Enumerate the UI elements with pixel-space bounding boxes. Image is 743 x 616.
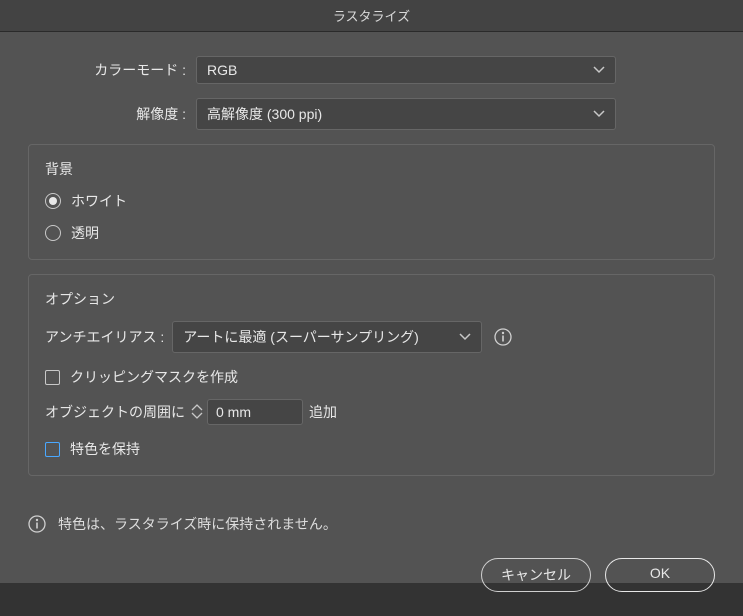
checkbox-label: クリッピングマスクを作成 xyxy=(70,367,238,387)
options-group: オプション アンチエイリアス : アートに最適 (スーパーサンプリング) クリッ… xyxy=(28,274,715,476)
resolution-label: 解像度 : xyxy=(28,104,196,124)
resolution-select[interactable]: 高解像度 (300 ppi) xyxy=(196,98,616,130)
cancel-button[interactable]: キャンセル xyxy=(481,558,591,592)
background-title: 背景 xyxy=(45,159,698,179)
info-icon xyxy=(28,515,46,533)
dialog-buttons: キャンセル OK xyxy=(0,546,743,616)
options-title: オプション xyxy=(45,289,698,309)
chevron-down-icon xyxy=(593,66,605,74)
color-mode-label: カラーモード : xyxy=(28,60,196,80)
radio-label: 透明 xyxy=(71,223,99,243)
color-mode-value: RGB xyxy=(207,62,237,78)
padding-suffix: 追加 xyxy=(309,402,337,422)
chevron-down-icon[interactable] xyxy=(191,412,203,420)
chevron-down-icon xyxy=(593,110,605,118)
background-transparent-radio[interactable]: 透明 xyxy=(45,223,698,243)
rasterize-dialog: ラスタライズ カラーモード : RGB 解像度 : 高解像度 (300 ppi)… xyxy=(0,0,743,583)
color-mode-select[interactable]: RGB xyxy=(196,56,616,84)
padding-prefix: オブジェクトの周囲に xyxy=(45,402,185,422)
clipping-mask-checkbox[interactable]: クリッピングマスクを作成 xyxy=(45,367,698,387)
footer-note: 特色は、ラスタライズ時に保持されません。 xyxy=(0,502,743,546)
resolution-value: 高解像度 (300 ppi) xyxy=(207,106,322,122)
checkbox-label: 特色を保持 xyxy=(70,439,140,459)
radio-label: ホワイト xyxy=(71,191,127,211)
antialias-select[interactable]: アートに最適 (スーパーサンプリング) xyxy=(172,321,482,353)
checkbox-icon xyxy=(45,370,60,385)
info-icon[interactable] xyxy=(494,328,512,346)
radio-icon xyxy=(45,225,61,241)
antialias-label: アンチエイリアス : xyxy=(45,327,164,347)
background-group: 背景 ホワイト 透明 xyxy=(28,144,715,260)
padding-input[interactable]: 0 mm xyxy=(207,399,303,425)
radio-icon xyxy=(45,193,61,209)
padding-stepper[interactable]: 0 mm xyxy=(191,399,303,425)
ok-button[interactable]: OK xyxy=(605,558,715,592)
antialias-value: アートに最適 (スーパーサンプリング) xyxy=(183,329,419,345)
chevron-down-icon xyxy=(459,333,471,341)
footer-note-text: 特色は、ラスタライズ時に保持されません。 xyxy=(58,514,337,534)
checkbox-icon xyxy=(45,442,60,457)
dialog-title: ラスタライズ xyxy=(0,0,743,32)
preserve-spot-checkbox[interactable]: 特色を保持 xyxy=(45,439,698,459)
chevron-up-icon[interactable] xyxy=(191,404,203,412)
dialog-content: カラーモード : RGB 解像度 : 高解像度 (300 ppi) 背景 ホワイ xyxy=(0,32,743,502)
background-white-radio[interactable]: ホワイト xyxy=(45,191,698,211)
